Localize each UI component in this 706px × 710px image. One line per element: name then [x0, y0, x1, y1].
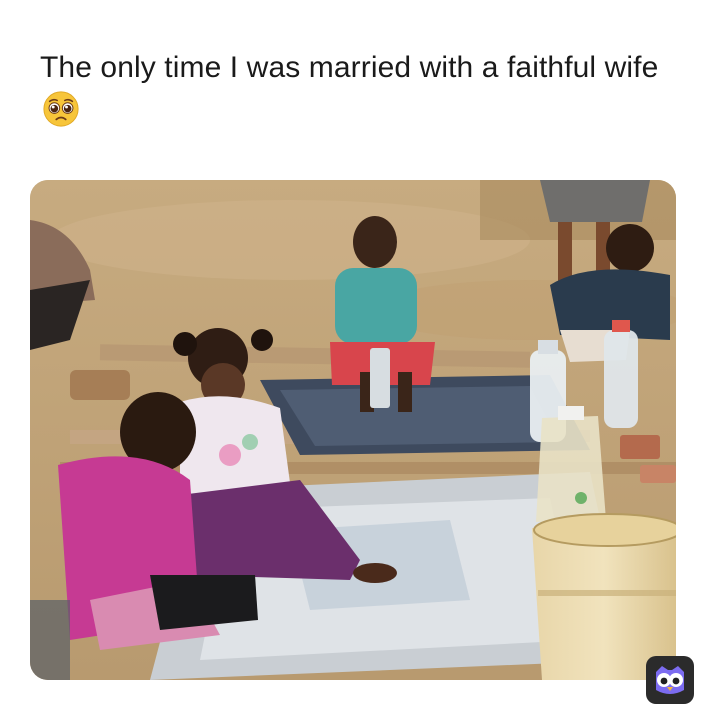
photo-scene — [30, 180, 676, 680]
caption-text: The only time I was married with a faith… — [40, 51, 659, 84]
pleading-face-icon — [42, 90, 80, 128]
meme-photo — [30, 180, 676, 680]
meme-caption: The only time I was married with a faith… — [40, 46, 660, 134]
owl-logo-icon — [646, 656, 694, 704]
